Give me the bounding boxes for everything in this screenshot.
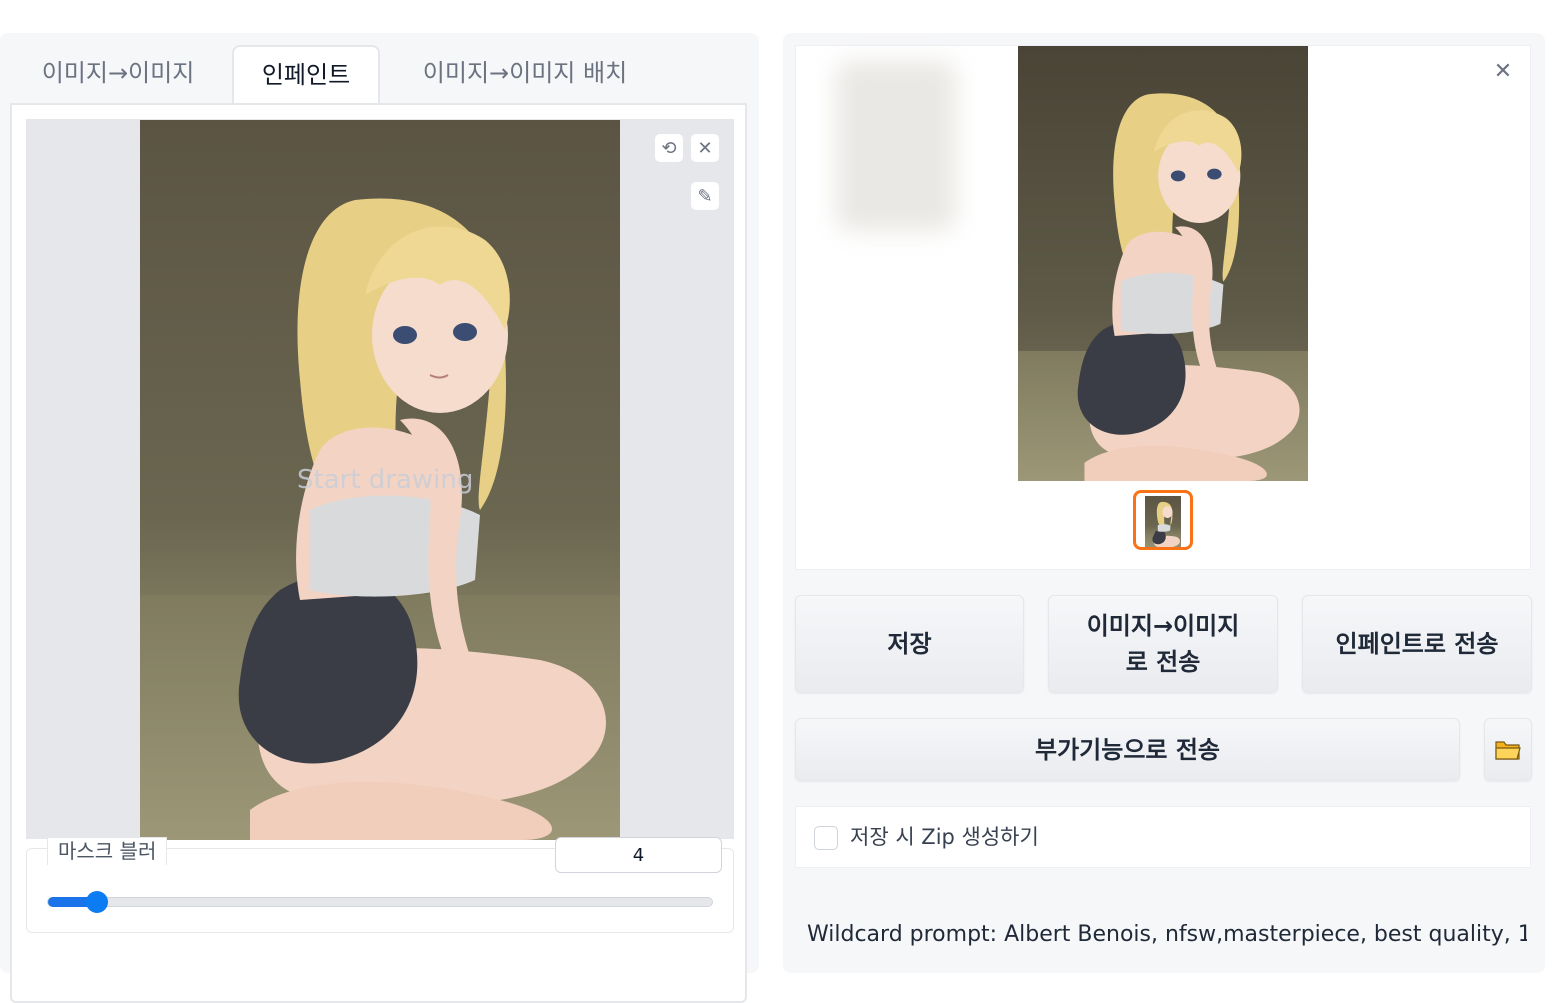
img2img-panel: 이미지→이미지 인페인트 이미지→이미지 배치 Start drawing ⟲ … bbox=[0, 33, 759, 1003]
canvas-placeholder: Start drawing bbox=[297, 465, 474, 495]
loading-ghost bbox=[836, 61, 956, 231]
output-image[interactable] bbox=[1018, 46, 1308, 481]
thumbnail-image bbox=[1145, 496, 1181, 547]
slider-track[interactable] bbox=[47, 891, 713, 913]
send-to-inpaint-button[interactable]: 인페인트로 전송 bbox=[1302, 595, 1532, 693]
inpaint-canvas[interactable]: Start drawing ⟲ ✕ ✎ bbox=[26, 119, 734, 840]
gallery-close-button[interactable]: ✕ bbox=[1488, 58, 1518, 88]
output-panel: ✕ 저장 이미지→이미지 로 전송 인페인트로 전송 부가기능으로 전송 저장 … bbox=[783, 33, 1545, 973]
send-to-extras-button[interactable]: 부가기능으로 전송 bbox=[795, 718, 1460, 781]
close-icon: ✕ bbox=[697, 137, 713, 159]
undo-button[interactable]: ⟲ bbox=[654, 133, 684, 163]
mode-tabs: 이미지→이미지 인페인트 이미지→이미지 배치 bbox=[10, 45, 750, 107]
close-icon: ✕ bbox=[1493, 59, 1513, 84]
mask-blur-number-input[interactable]: 4 bbox=[555, 837, 722, 873]
mask-blur-label: 마스크 블러 bbox=[47, 837, 168, 865]
gallery-thumbnail[interactable] bbox=[1133, 490, 1193, 550]
output-gallery: ✕ bbox=[795, 45, 1531, 570]
tab-img2img-batch[interactable]: 이미지→이미지 배치 bbox=[390, 45, 660, 105]
brush-button[interactable]: ✎ bbox=[690, 181, 720, 211]
save-button[interactable]: 저장 bbox=[795, 595, 1024, 693]
figure-illustration bbox=[1152, 501, 1180, 547]
brush-icon: ✎ bbox=[697, 185, 713, 207]
clear-canvas-button[interactable]: ✕ bbox=[690, 133, 720, 163]
zip-checkbox[interactable] bbox=[814, 826, 838, 850]
figure-illustration bbox=[1077, 93, 1300, 481]
generation-info: Wildcard prompt: Albert Benois, nfsw,mas… bbox=[807, 922, 1527, 947]
slider-thumb[interactable] bbox=[86, 891, 108, 913]
tab-img2img[interactable]: 이미지→이미지 bbox=[18, 45, 218, 105]
folder-icon bbox=[1495, 740, 1521, 760]
tab-inpaint[interactable]: 인페인트 bbox=[232, 45, 380, 107]
open-folder-button[interactable] bbox=[1484, 718, 1532, 781]
zip-option-row: 저장 시 Zip 생성하기 bbox=[795, 806, 1531, 868]
undo-icon: ⟲ bbox=[661, 137, 677, 159]
zip-label: 저장 시 Zip 생성하기 bbox=[850, 825, 1039, 849]
inpaint-tab-content: Start drawing ⟲ ✕ ✎ 마스크 블러 4 bbox=[10, 103, 747, 1003]
mask-blur-slider: 마스크 블러 4 bbox=[26, 837, 734, 933]
send-to-img2img-button[interactable]: 이미지→이미지 로 전송 bbox=[1048, 595, 1278, 693]
